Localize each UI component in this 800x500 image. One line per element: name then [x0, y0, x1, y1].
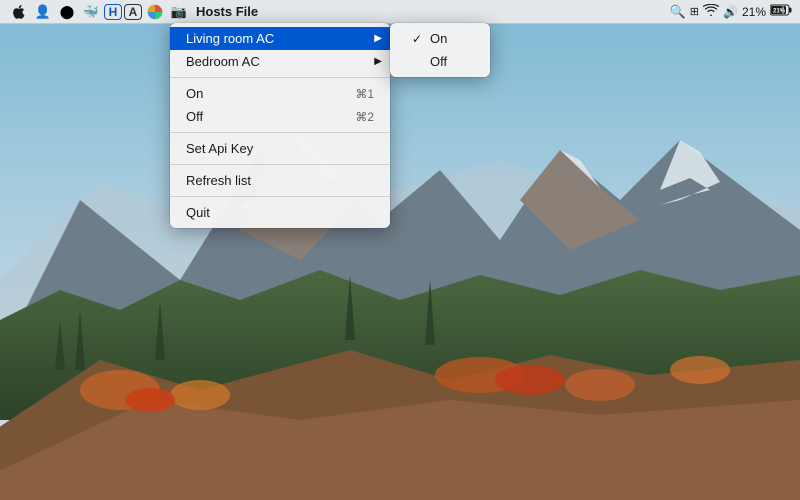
menubar-right: 🔍 ⊞ 🔊 21% 21%	[670, 4, 800, 20]
menu-item-quit[interactable]: Quit	[170, 201, 390, 224]
separator-1	[170, 77, 390, 78]
battery-percent: 21%	[742, 5, 766, 19]
dropdown-menu: Living room AC ✓ On ✓ Off Bedroom AC On …	[170, 23, 390, 228]
h-badge-icon[interactable]: H	[104, 4, 122, 20]
camera-icon[interactable]: 📷	[168, 1, 190, 23]
person-icon[interactable]: 👤	[32, 1, 54, 23]
submenu-item-off[interactable]: ✓ Off	[390, 50, 490, 73]
whale-icon[interactable]: 🐳	[80, 1, 102, 23]
battery-icon: 21%	[770, 4, 792, 19]
submenu-living-room-ac: ✓ On ✓ Off	[390, 23, 490, 77]
submenu-item-on[interactable]: ✓ On	[390, 27, 490, 50]
separator-4	[170, 196, 390, 197]
menubar-left: 👤 ⬤ 🐳 H A 📷 Hosts File	[0, 1, 262, 23]
menu-item-refresh-list[interactable]: Refresh list	[170, 169, 390, 192]
control-center-icon[interactable]: ⊞	[690, 5, 699, 18]
menu-item-living-room-ac[interactable]: Living room AC ✓ On ✓ Off	[170, 27, 390, 50]
svg-text:21%: 21%	[773, 9, 786, 15]
app-name[interactable]: Hosts File	[192, 4, 262, 19]
menu-item-set-api-key[interactable]: Set Api Key	[170, 137, 390, 160]
wifi-icon[interactable]	[703, 4, 719, 19]
color-wheel-icon[interactable]	[144, 1, 166, 23]
separator-3	[170, 164, 390, 165]
search-icon[interactable]: 🔍	[670, 4, 686, 20]
volume-icon[interactable]: 🔊	[723, 5, 738, 19]
menubar: 👤 ⬤ 🐳 H A 📷 Hosts File 🔍 ⊞	[0, 0, 800, 24]
a-badge-icon[interactable]: A	[124, 4, 142, 20]
dot-icon[interactable]: ⬤	[56, 1, 78, 23]
separator-2	[170, 132, 390, 133]
menu-item-off[interactable]: Off ⌘2	[170, 105, 390, 128]
menu-item-on[interactable]: On ⌘1	[170, 82, 390, 105]
apple-icon[interactable]	[8, 1, 30, 23]
checkmark-on: ✓	[410, 32, 424, 46]
menu-item-bedroom-ac[interactable]: Bedroom AC	[170, 50, 390, 73]
